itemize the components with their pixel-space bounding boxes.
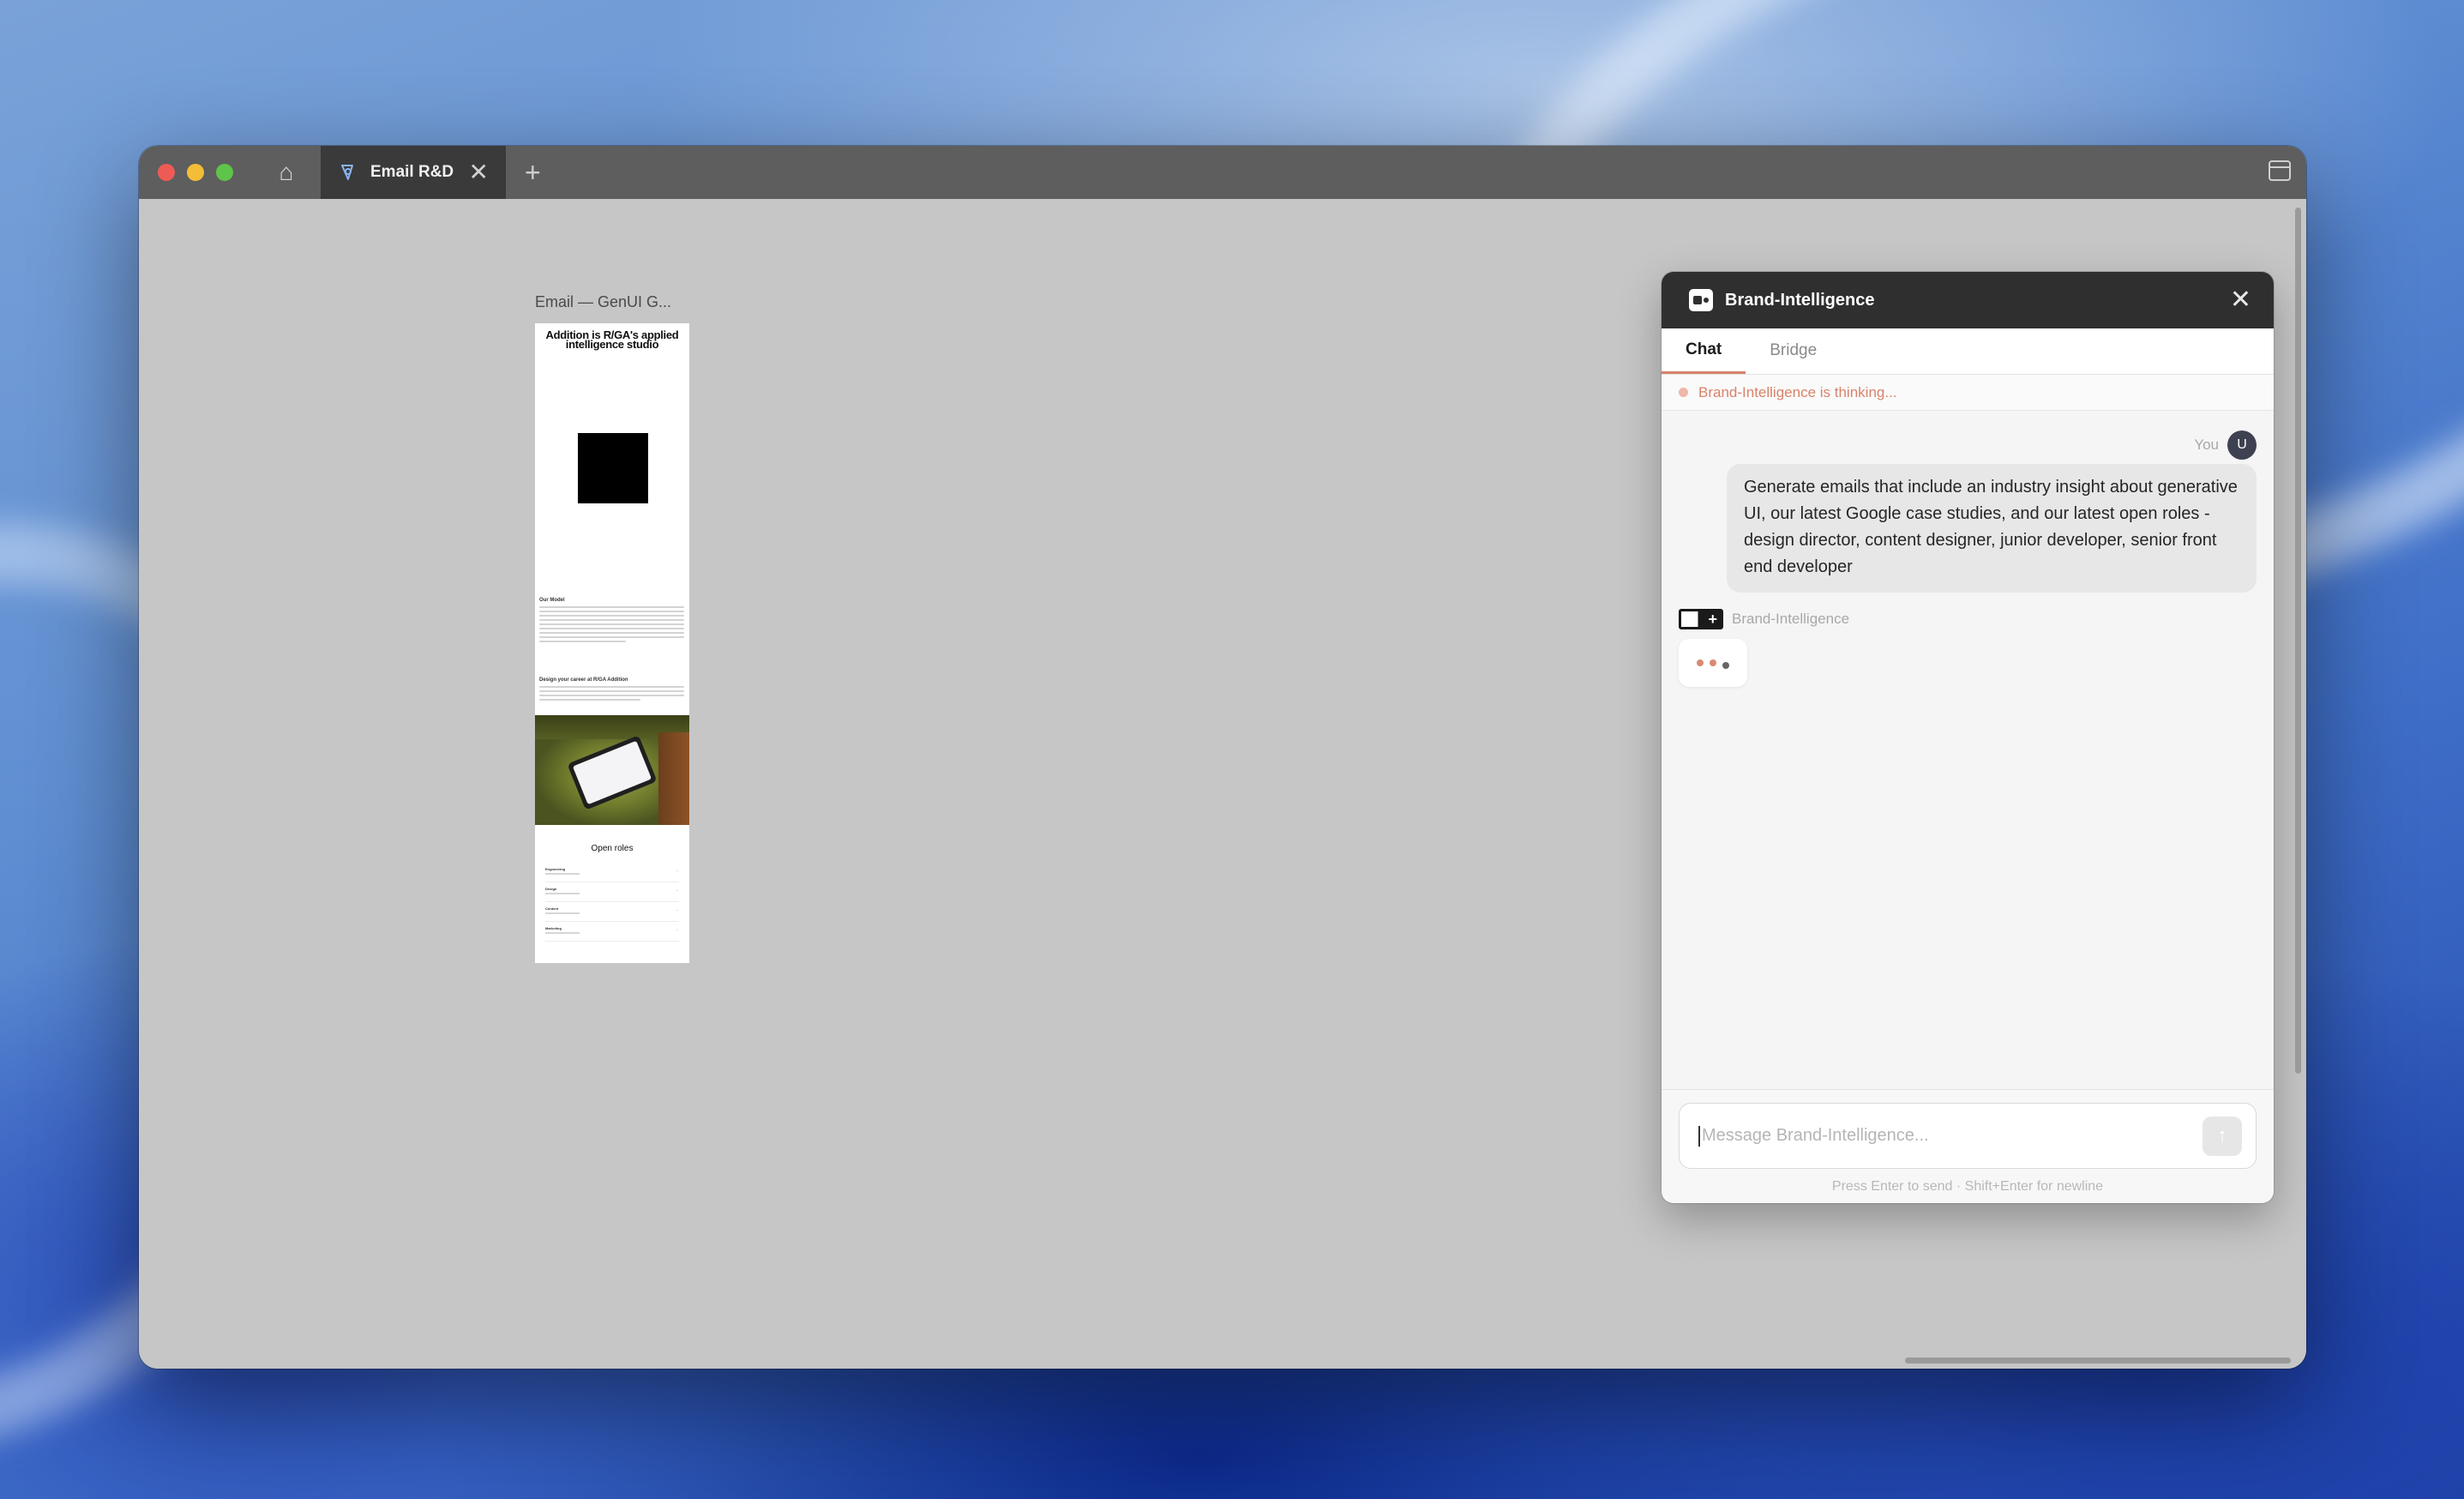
typing-dot bbox=[1722, 662, 1729, 669]
email-role-row: Design → bbox=[545, 885, 679, 902]
user-label: You bbox=[2194, 436, 2219, 453]
thinking-status: Brand-Intelligence is thinking... bbox=[1662, 375, 2274, 411]
arrow-icon: → bbox=[675, 927, 679, 932]
frame-label[interactable]: Email — GenUI G... bbox=[535, 293, 671, 311]
tab-chat[interactable]: Chat bbox=[1662, 328, 1746, 374]
email-tablet-photo bbox=[535, 715, 689, 825]
brand-intelligence-logo-icon bbox=[1689, 289, 1713, 311]
composer-hint: Press Enter to send · Shift+Enter for ne… bbox=[1831, 1179, 2104, 1194]
typing-dot bbox=[1710, 659, 1716, 666]
vertical-scrollbar[interactable] bbox=[2295, 208, 2301, 1074]
sidebar-toggle-icon[interactable] bbox=[2269, 160, 2291, 181]
title-bar: ⌂ Email R&D ✕ + bbox=[139, 146, 2306, 199]
arrow-icon: → bbox=[675, 888, 679, 893]
role-title: Content bbox=[545, 906, 559, 911]
send-button[interactable]: ↑ bbox=[2203, 1116, 2242, 1156]
assistant-message-header: + Brand-Intelligence bbox=[1679, 609, 1849, 629]
email-body-text bbox=[539, 686, 684, 703]
role-title: Marketing bbox=[545, 926, 562, 930]
email-open-roles-title: Open roles bbox=[591, 844, 634, 853]
email-role-row: Engineering → bbox=[545, 865, 679, 882]
panel-title: Brand-Intelligence bbox=[1725, 290, 1875, 310]
email-role-row: Marketing → bbox=[545, 924, 679, 942]
new-tab-button[interactable]: + bbox=[525, 157, 541, 189]
assistant-logo-icon: + bbox=[1679, 609, 1723, 629]
role-title: Design bbox=[545, 887, 557, 891]
minimize-window-button[interactable] bbox=[187, 164, 204, 181]
design-canvas[interactable]: Email — GenUI G... Addition is R/GA's ap… bbox=[139, 199, 2306, 1369]
zoom-window-button[interactable] bbox=[216, 164, 233, 181]
user-message-header: You U bbox=[2194, 430, 2257, 460]
email-frame-preview[interactable]: Addition is R/GA's applied intelligence … bbox=[535, 323, 689, 963]
email-role-row: Content → bbox=[545, 905, 679, 922]
panel-header: Brand-Intelligence ✕ bbox=[1662, 272, 2274, 328]
home-icon[interactable]: ⌂ bbox=[269, 155, 303, 190]
brand-intelligence-panel: Brand-Intelligence ✕ Chat Bridge Brand-I… bbox=[1662, 272, 2274, 1203]
window-controls bbox=[158, 164, 233, 181]
panel-tabs: Chat Bridge bbox=[1662, 328, 2274, 375]
arrow-icon: → bbox=[675, 868, 679, 873]
app-window: ⌂ Email R&D ✕ + Email — GenUI G... Addit… bbox=[139, 146, 2306, 1369]
message-input[interactable] bbox=[1698, 1125, 2203, 1147]
email-hero-image bbox=[578, 433, 648, 503]
figma-file-icon bbox=[341, 165, 353, 180]
tab-label: Email R&D bbox=[370, 163, 454, 181]
tab-email-rd[interactable]: Email R&D ✕ bbox=[321, 146, 506, 199]
user-message-bubble: Generate emails that include an industry… bbox=[1727, 464, 2257, 593]
arrow-icon: → bbox=[675, 907, 679, 912]
email-section2-heading: Design your career at R/GA Addition bbox=[539, 677, 628, 683]
horizontal-scrollbar[interactable] bbox=[1905, 1358, 2291, 1364]
close-window-button[interactable] bbox=[158, 164, 175, 181]
email-section-heading: Our Model bbox=[539, 598, 565, 603]
tab-bridge[interactable]: Bridge bbox=[1746, 328, 1841, 374]
email-hero-title: Addition is R/GA's applied intelligence … bbox=[545, 328, 679, 351]
message-input-box[interactable]: ↑ bbox=[1679, 1103, 2257, 1169]
typing-dot bbox=[1697, 659, 1704, 666]
status-text: Brand-Intelligence is thinking... bbox=[1698, 383, 1897, 400]
close-panel-icon[interactable]: ✕ bbox=[2230, 287, 2251, 313]
typing-indicator bbox=[1679, 639, 1747, 687]
email-body-text bbox=[539, 606, 684, 645]
user-avatar: U bbox=[2227, 430, 2257, 460]
role-title: Engineering bbox=[545, 867, 566, 871]
close-tab-icon[interactable]: ✕ bbox=[469, 160, 489, 184]
status-dot-icon bbox=[1679, 388, 1688, 397]
assistant-label: Brand-Intelligence bbox=[1732, 611, 1850, 627]
composer: ↑ Press Enter to send · Shift+Enter for … bbox=[1662, 1089, 2274, 1203]
